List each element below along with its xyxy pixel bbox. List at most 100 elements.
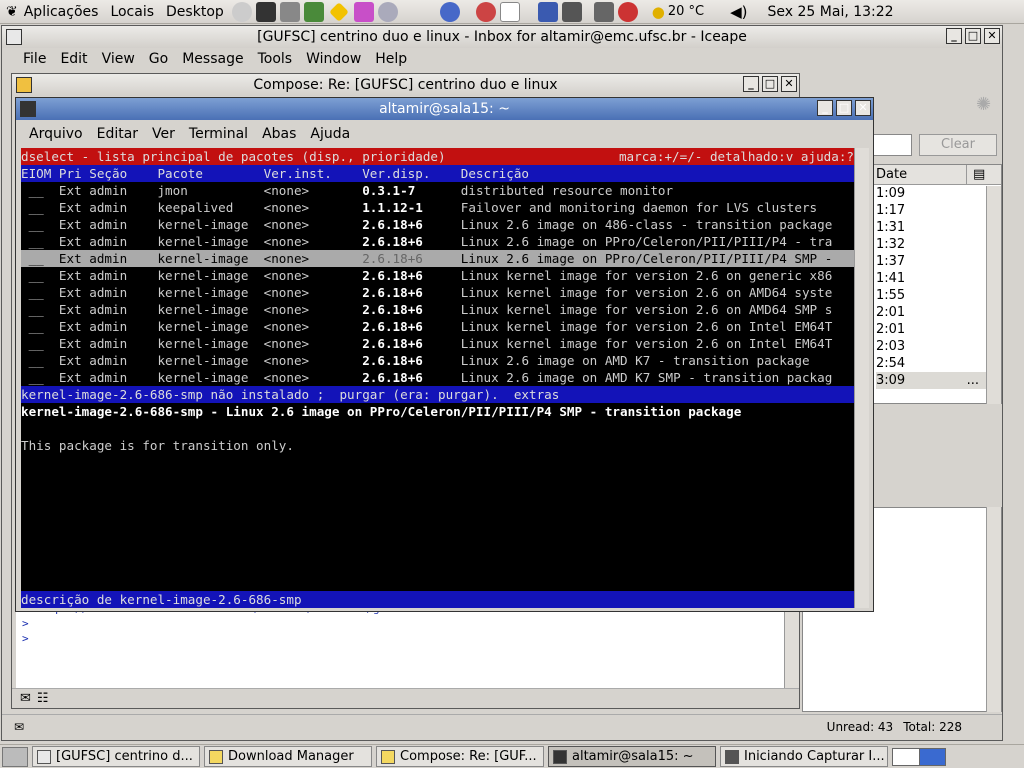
package-row[interactable]: __ Ext admin kernel-image <none> 2.6.18+…	[21, 233, 854, 250]
show-desktop-icon[interactable]	[2, 746, 28, 767]
foot-icon[interactable]: ❦	[6, 4, 18, 20]
package-row[interactable]: __ Ext admin kernel-image <none> 2.6.18+…	[21, 284, 854, 301]
notes-launcher-icon[interactable]	[499, 1, 520, 22]
terminal-close-button[interactable]: ✕	[855, 100, 871, 116]
task-terminal[interactable]: altamir@sala15: ~	[548, 746, 716, 767]
terminal-titlebar[interactable]: altamir@sala15: ~ _ □ ✕	[16, 98, 873, 120]
warning-icon[interactable]	[328, 1, 349, 22]
menu-message[interactable]: Message	[175, 51, 250, 67]
volume-icon[interactable]: ◀)	[730, 3, 747, 21]
game-launcher-icon[interactable]	[303, 1, 324, 22]
package-row[interactable]: __ Ext admin kernel-image <none> 2.6.18+…	[21, 250, 854, 267]
workspace-1[interactable]	[893, 748, 920, 765]
message-date[interactable]: 2:01	[876, 321, 1001, 338]
maximize-button[interactable]: □	[965, 28, 981, 44]
clock[interactable]: Sex 25 Mai, 13:22	[768, 4, 894, 20]
package-row[interactable]: __ Ext admin kernel-image <none> 2.6.18+…	[21, 216, 854, 233]
tools-icon[interactable]	[593, 1, 614, 22]
compose-maximize-button[interactable]: □	[762, 76, 778, 92]
task-iceape-inbox[interactable]: [GUFSC] centrino d...	[32, 746, 200, 767]
package-row[interactable]: __ Ext admin kernel-image <none> 2.6.18+…	[21, 318, 854, 335]
package-row[interactable]: __ Ext admin kernel-image <none> 2.6.18+…	[21, 267, 854, 284]
menu-ver[interactable]: Ver	[145, 126, 182, 142]
terminal-screen[interactable]: dselect - lista principal de pacotes (di…	[21, 148, 854, 608]
compose-scrollbar[interactable]	[784, 602, 799, 688]
menu-file[interactable]: File	[16, 51, 53, 67]
message-date[interactable]: 2:01	[876, 304, 1001, 321]
menu-arquivo[interactable]: Arquivo	[22, 126, 90, 142]
thread-scrollbar[interactable]	[986, 186, 1001, 404]
iceape-app-icon[interactable]	[6, 29, 22, 45]
iceape-titlebar[interactable]: [GUFSC] centrino duo e linux - Inbox for…	[2, 26, 1002, 48]
mail-launcher-icon[interactable]	[475, 1, 496, 22]
menu-ajuda[interactable]: Ajuda	[303, 126, 357, 142]
message-date[interactable]: 2:03	[876, 338, 1001, 355]
task-screenshot[interactable]: Iniciando Capturar I...	[720, 746, 888, 767]
menu-desktop[interactable]: Desktop	[160, 4, 230, 20]
package-description: Linux 2.6 image on AMD K7 SMP - transiti…	[460, 370, 833, 385]
menu-terminal[interactable]: Terminal	[182, 126, 255, 142]
editor-launcher-icon[interactable]	[353, 1, 374, 22]
package-row-info: __ Ext admin kernel-image <none>	[21, 319, 363, 334]
menu-window[interactable]: Window	[299, 51, 368, 67]
menu-aplicacoes[interactable]: Aplicações	[18, 4, 105, 20]
message-date[interactable]: 2:54	[876, 355, 1001, 372]
task-download-manager[interactable]: Download Manager	[204, 746, 372, 767]
terminal-launcher-icon[interactable]	[255, 1, 276, 22]
weather-sun-icon[interactable]: ●	[652, 3, 665, 21]
menu-editar[interactable]: Editar	[90, 126, 145, 142]
camera-icon[interactable]	[561, 1, 582, 22]
mail-icon[interactable]: ✉	[14, 720, 24, 734]
package-row[interactable]: __ Ext admin kernel-image <none> 2.6.18+…	[21, 369, 854, 386]
menu-edit[interactable]: Edit	[53, 51, 94, 67]
package-row[interactable]: __ Ext admin jmon <none> 0.3.1-7 distrib…	[21, 182, 854, 199]
compose-body[interactable]: > https://www.softwarelivre.ufsc.br/mail…	[16, 602, 786, 688]
message-date[interactable]: 1:37	[876, 253, 1001, 270]
terminal-minimize-button[interactable]: _	[817, 100, 833, 116]
date-column-header[interactable]: Date ▤	[870, 165, 1001, 185]
message-date[interactable]: 1:31	[876, 219, 1001, 236]
menu-view[interactable]: View	[95, 51, 142, 67]
message-date[interactable]: 1:41	[876, 270, 1001, 287]
clear-button[interactable]: Clear	[919, 134, 997, 156]
network-icon[interactable]	[377, 1, 398, 22]
message-date[interactable]: 1:09	[876, 185, 1001, 202]
web-browser-icon[interactable]	[439, 1, 460, 22]
temperature[interactable]: 20 °C	[668, 4, 704, 19]
compose-close-button[interactable]: ✕	[781, 76, 797, 92]
compose-app-icon[interactable]	[16, 77, 32, 93]
screenshot-tool-icon[interactable]	[537, 1, 558, 22]
compose-title: Compose: Re: [GUFSC] centrino duo e linu…	[253, 77, 558, 93]
terminal-maximize-button[interactable]: □	[836, 100, 852, 116]
menu-locais[interactable]: Locais	[104, 4, 160, 20]
workspace-switcher[interactable]	[892, 747, 946, 766]
message-date[interactable]: 1:32	[876, 236, 1001, 253]
terminal-scrollbar[interactable]	[854, 148, 869, 608]
menu-go[interactable]: Go	[142, 51, 175, 67]
clock-app-icon[interactable]	[231, 1, 252, 22]
message-date[interactable]: 1:55	[876, 287, 1001, 304]
workspace-2[interactable]	[919, 748, 945, 765]
file-manager-icon[interactable]	[279, 1, 300, 22]
mail-icon[interactable]: ✉	[20, 691, 31, 706]
menu-help[interactable]: Help	[368, 51, 414, 67]
package-description: Linux kernel image for version 2.6 on ge…	[460, 268, 833, 283]
address-book-icon[interactable]: ☷	[37, 691, 49, 706]
menu-abas[interactable]: Abas	[255, 126, 303, 142]
task-compose[interactable]: Compose: Re: [GUF...	[376, 746, 544, 767]
message-date[interactable]: 3:09...	[876, 372, 1001, 389]
message-scrollbar[interactable]	[986, 507, 1001, 712]
menu-tools[interactable]: Tools	[251, 51, 300, 67]
minimize-button[interactable]: _	[946, 28, 962, 44]
compose-titlebar[interactable]: Compose: Re: [GUFSC] centrino duo e linu…	[12, 74, 799, 96]
package-row[interactable]: __ Ext admin kernel-image <none> 2.6.18+…	[21, 352, 854, 369]
lifebuoy-icon[interactable]	[617, 1, 638, 22]
terminal-app-icon[interactable]	[20, 101, 36, 117]
close-button[interactable]: ✕	[984, 28, 1000, 44]
package-row[interactable]: __ Ext admin kernel-image <none> 2.6.18+…	[21, 335, 854, 352]
package-row[interactable]: __ Ext admin kernel-image <none> 2.6.18+…	[21, 301, 854, 318]
compose-minimize-button[interactable]: _	[743, 76, 759, 92]
package-row[interactable]: __ Ext admin keepalived <none> 1.1.12-1 …	[21, 199, 854, 216]
message-date[interactable]: 1:17	[876, 202, 1001, 219]
column-picker-icon[interactable]: ▤	[966, 165, 985, 184]
